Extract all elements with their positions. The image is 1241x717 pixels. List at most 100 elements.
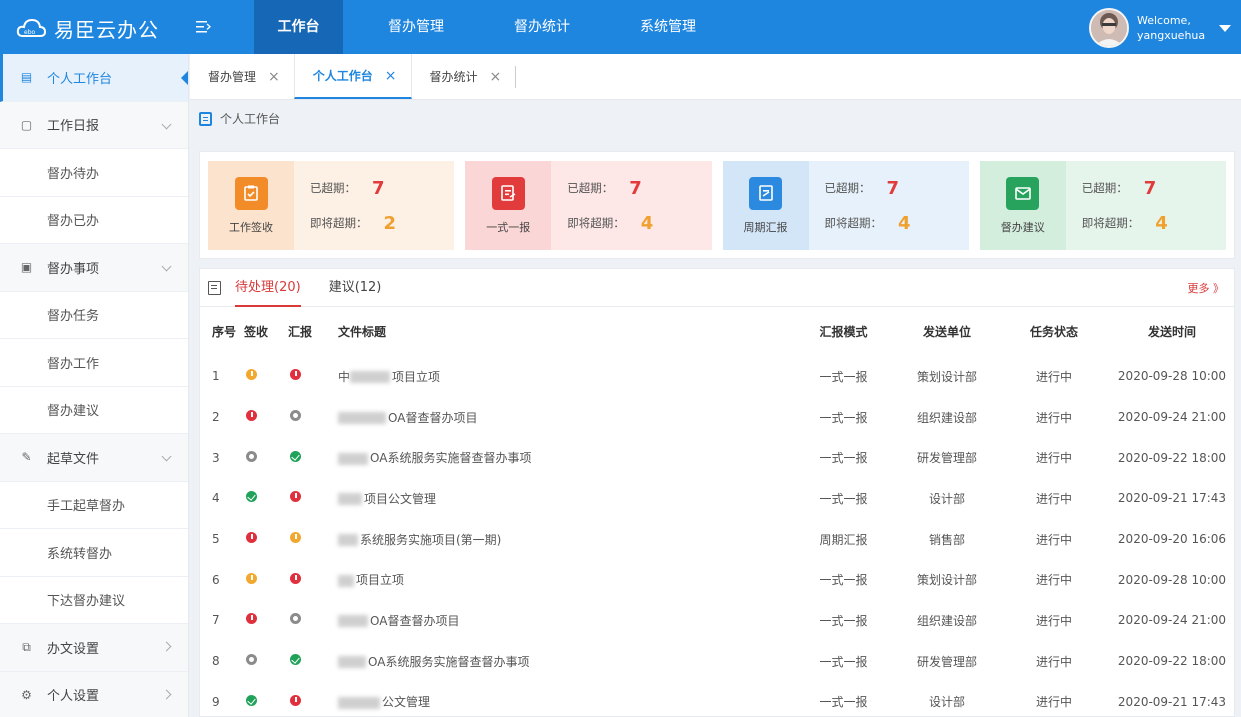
chevron-right-icon xyxy=(161,689,172,700)
collapse-sidebar-icon[interactable] xyxy=(181,71,188,85)
sidebar-item[interactable]: 督办任务 xyxy=(0,292,188,339)
redacted-text xyxy=(338,452,368,465)
nav-item-2[interactable]: 督办管理 xyxy=(363,0,469,54)
task-status: 进行中 xyxy=(1035,451,1072,466)
sidebar-item[interactable]: 督办已办 xyxy=(0,197,188,244)
stat-card[interactable]: 周期汇报 已超期： 7 即将超期： 4 xyxy=(722,161,969,250)
sending-unit: 设计部 xyxy=(928,491,965,506)
sidebar-item[interactable]: 下达督办建议 xyxy=(0,577,188,624)
sidebar-item-label: 个人工作台 xyxy=(47,71,113,87)
table-row[interactable]: 3 OA系统服务实施督查督办事项 一式一报 研发管理部 进行中 2020-09-22 18… xyxy=(200,437,1236,478)
sidebar-item[interactable]: ▤ 个人工作台 xyxy=(0,54,188,102)
sidebar-item-label: 下达督办建议 xyxy=(47,594,126,610)
report-status-icon xyxy=(290,532,301,544)
report-status-icon xyxy=(290,694,301,706)
file-title[interactable]: 项目公文管理 xyxy=(338,478,793,519)
chevron-right-icon xyxy=(161,641,172,652)
sign-status-icon xyxy=(246,450,257,462)
due-soon-line: 即将超期： 4 xyxy=(1082,213,1226,234)
stat-card[interactable]: 督办建议 已超期： 7 即将超期： 4 xyxy=(979,161,1226,250)
user-dropdown-icon[interactable] xyxy=(1219,24,1232,32)
user-menu[interactable]: Welcome, yangxuehua xyxy=(1089,8,1232,48)
stat-card[interactable]: 工作签收 已超期： 7 即将超期： 2 xyxy=(208,161,455,250)
report-status xyxy=(288,600,338,641)
stat-card-values: 已超期： 7 即将超期： 4 xyxy=(809,161,969,250)
sidebar-item[interactable]: 手工起草督办 xyxy=(0,482,188,529)
close-icon[interactable]: × xyxy=(490,69,502,85)
close-icon[interactable]: × xyxy=(385,68,397,84)
file-title[interactable]: OA系统服务实施督查督办事项 xyxy=(338,437,793,478)
sidebar-item[interactable]: ⚙ 个人设置 xyxy=(0,671,188,717)
sidebar-item-label: 督办工作 xyxy=(47,356,100,372)
sidebar-item[interactable]: ✎ 起草文件 xyxy=(0,434,188,482)
sending-unit: 设计部 xyxy=(928,695,965,710)
table-row[interactable]: 7 OA督查督办项目 一式一报 组织建设部 进行中 2020-09-24 21:00 xyxy=(200,600,1236,641)
tab-2[interactable]: 个人工作台 × xyxy=(293,54,412,99)
send-time: 2020-09-28 10:00 xyxy=(1117,369,1227,384)
row-number: 6 xyxy=(212,572,220,587)
column-header: 发送时间 xyxy=(1147,325,1196,339)
sidebar-item[interactable]: ⧉ 办文设置 xyxy=(0,624,188,672)
sign-status xyxy=(244,397,288,438)
table-row[interactable]: 1 中 项目立项 一式一报 策划设计部 进行中 2020-09-28 10:00 xyxy=(200,356,1236,397)
stat-card-values: 已超期： 7 即将超期： 2 xyxy=(294,161,454,250)
nav-item-4[interactable]: 系统管理 xyxy=(615,0,721,54)
due-soon-line: 即将超期： 2 xyxy=(310,213,454,234)
sign-status-icon xyxy=(246,654,257,666)
redacted-text xyxy=(338,696,380,709)
panel-tab-1[interactable]: 待处理(20) xyxy=(235,269,301,307)
report-status xyxy=(288,682,338,717)
sidebar-item[interactable]: 督办建议 xyxy=(0,387,188,434)
column-header: 汇报 xyxy=(288,325,313,339)
sign-status xyxy=(244,437,288,478)
more-link[interactable]: 更多 》 xyxy=(1188,280,1225,296)
nav-item-1[interactable]: 工作台 xyxy=(254,0,343,54)
file-title-prefix: 中 xyxy=(338,369,351,384)
table-row[interactable]: 9 公文管理 一式一报 设计部 进行中 2020-09-21 17:43 xyxy=(200,682,1236,717)
file-title[interactable]: OA系统服务实施督查督办事项 xyxy=(338,641,793,682)
sidebar-item[interactable]: 督办待办 xyxy=(0,149,188,197)
task-status: 进行中 xyxy=(1035,369,1072,384)
sidebar-item[interactable]: ▣ 督办事项 xyxy=(0,244,188,292)
table-row[interactable]: 8 OA系统服务实施督查督办事项 一式一报 研发管理部 进行中 2020-09-22 18… xyxy=(200,641,1236,682)
task-panel: 待处理(20) 建议(12) 更多 》 序号 签收 汇报 文件标题 汇报模式 发送单位 任务状态… xyxy=(199,268,1235,717)
send-time: 2020-09-22 18:00 xyxy=(1117,450,1227,465)
file-title[interactable]: OA督查督办项目 xyxy=(338,397,793,438)
username: yangxuehua xyxy=(1137,29,1206,42)
sidebar-item[interactable]: 督办工作 xyxy=(0,339,188,387)
file-title[interactable]: 系统服务实施项目(第一期) xyxy=(338,519,793,560)
column-header: 汇报模式 xyxy=(819,325,868,339)
panel-tab-2[interactable]: 建议(12) xyxy=(329,269,382,307)
file-title[interactable]: 中 项目立项 xyxy=(338,356,793,397)
sidebar-item-label: 起草文件 xyxy=(47,451,100,467)
table-row[interactable]: 5 系统服务实施项目(第一期) 周期汇报 销售部 进行中 2020-09-20 16:06 xyxy=(200,519,1236,560)
nav-item-3[interactable]: 督办统计 xyxy=(489,0,595,54)
file-title[interactable]: OA督查督办项目 xyxy=(338,600,793,641)
redacted-text xyxy=(338,656,366,669)
file-title[interactable]: 项目立项 xyxy=(338,559,793,600)
sidebar-item[interactable]: ▢ 工作日报 xyxy=(0,101,188,149)
table-row[interactable]: 6 项目立项 一式一报 策划设计部 进行中 2020-09-28 10:00 xyxy=(200,559,1236,600)
file-title-text: 系统服务实施项目(第一期) xyxy=(360,532,502,547)
avatar[interactable] xyxy=(1089,8,1129,48)
table-row[interactable]: 2 OA督查督办项目 一式一报 组织建设部 进行中 2020-09-24 21:00 xyxy=(200,397,1236,438)
app-logo[interactable]: ebo 易臣云办公 xyxy=(16,14,159,42)
sign-status-icon xyxy=(246,572,257,584)
sending-unit: 策划设计部 xyxy=(916,369,977,384)
report-status-icon xyxy=(290,613,301,625)
cloud-logo-icon: ebo xyxy=(16,18,46,37)
stat-card[interactable]: 一式一报 已超期： 7 即将超期： 4 xyxy=(465,161,712,250)
row-number: 5 xyxy=(212,532,220,547)
tab-3[interactable]: 督办统计 × xyxy=(412,65,517,88)
file-title[interactable]: 公文管理 xyxy=(338,682,793,717)
sidebar-item-label: 督办待办 xyxy=(47,166,100,182)
stat-card-values: 已超期： 7 即将超期： 4 xyxy=(551,161,711,250)
report-status xyxy=(288,437,338,478)
send-time: 2020-09-20 16:06 xyxy=(1117,532,1227,547)
close-icon[interactable]: × xyxy=(268,69,280,85)
page-tabs: 督办管理 × 个人工作台 × 督办统计 × xyxy=(190,54,1241,100)
tab-1[interactable]: 督办管理 × xyxy=(190,54,294,99)
sidebar-item[interactable]: 系统转督办 xyxy=(0,529,188,577)
menu-toggle-icon[interactable] xyxy=(194,18,212,36)
table-row[interactable]: 4 项目公文管理 一式一报 设计部 进行中 2020-09-21 17:43 xyxy=(200,478,1236,519)
